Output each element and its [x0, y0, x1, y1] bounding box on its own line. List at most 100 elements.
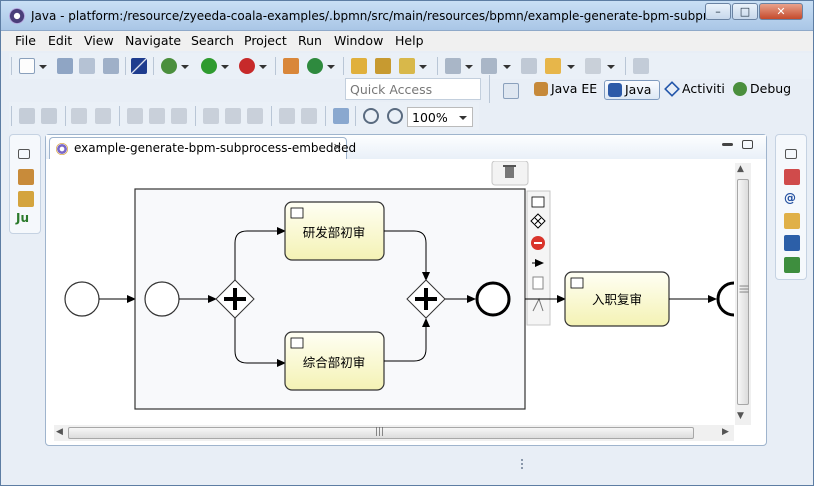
quick-access-input[interactable]: Quick Access	[345, 78, 481, 100]
tab-close-icon[interactable]: ✕	[333, 141, 342, 154]
align-middle-icon[interactable]	[225, 108, 241, 124]
skip-breakpoints-icon[interactable]	[131, 58, 147, 74]
save-icon[interactable]	[57, 58, 73, 74]
align-top-icon[interactable]	[203, 108, 219, 124]
left-restore-icon[interactable]	[18, 149, 30, 159]
back-dropdown-icon[interactable]	[567, 65, 575, 69]
zoom-dropdown-icon[interactable]	[459, 116, 467, 120]
menu-window[interactable]: Window	[334, 33, 383, 48]
external-tools-dropdown-icon[interactable]	[259, 65, 267, 69]
back-icon[interactable]	[545, 58, 561, 74]
task-entry-recheck[interactable]: 入职复审	[564, 271, 670, 327]
save-all-icon[interactable]	[79, 58, 95, 74]
debug-dropdown-icon[interactable]	[181, 65, 189, 69]
outer-end-event[interactable]	[716, 281, 734, 317]
search-dropdown-icon[interactable]	[419, 65, 427, 69]
perspective-java[interactable]: Java	[604, 80, 660, 100]
task-general-review[interactable]: 综合部初审	[284, 331, 385, 391]
right-restore-icon[interactable]	[785, 149, 797, 159]
new-java-package-icon[interactable]	[283, 58, 299, 74]
editor-maximize-icon[interactable]	[742, 140, 753, 149]
vertical-scrollbar[interactable]: ▲ ||| ▼	[735, 163, 751, 425]
editor-tab-bar: example-generate-bpm-subprocess-embedded…	[46, 135, 766, 159]
align-bottom-icon[interactable]	[247, 108, 263, 124]
inner-start-event[interactable]	[144, 281, 180, 317]
align-left-icon[interactable]	[127, 108, 143, 124]
menu-edit[interactable]: Edit	[48, 33, 72, 48]
maximize-button[interactable]: □	[732, 3, 758, 20]
menu-project[interactable]: Project	[244, 33, 287, 48]
scroll-left-icon[interactable]: ◀	[56, 427, 63, 437]
menu-run[interactable]: Run	[298, 33, 322, 48]
forward-icon[interactable]	[585, 58, 601, 74]
snap-to-grid-icon[interactable]	[333, 108, 349, 124]
zoom-out-icon[interactable]	[363, 108, 379, 124]
new-class-dropdown-icon[interactable]	[327, 65, 335, 69]
last-edit-location-icon[interactable]	[521, 58, 537, 74]
perspective-java-label: Java	[625, 82, 652, 97]
run-dropdown-icon[interactable]	[221, 65, 229, 69]
perspective-java-ee[interactable]: Java EE	[531, 80, 600, 100]
align-right-icon[interactable]	[171, 108, 187, 124]
debug-icon[interactable]	[161, 58, 177, 74]
task-rd-review[interactable]: 研发部初审	[284, 201, 385, 261]
declaration-icon[interactable]	[784, 213, 800, 229]
outer-start-event[interactable]	[64, 281, 100, 317]
external-tools-icon[interactable]	[239, 58, 255, 74]
minimize-button[interactable]: –	[705, 3, 731, 20]
console-icon[interactable]	[784, 235, 800, 251]
inner-end-event[interactable]	[475, 281, 511, 317]
editor-minimize-icon[interactable]	[722, 143, 733, 146]
progress-icon[interactable]	[784, 257, 800, 273]
open-task-icon[interactable]	[375, 58, 391, 74]
zoom-combo[interactable]: 100%	[407, 107, 473, 127]
redo-icon[interactable]	[41, 108, 57, 124]
new-java-class-icon[interactable]	[307, 58, 323, 74]
hierarchy-icon[interactable]	[18, 169, 34, 185]
perspective-activiti[interactable]: Activiti	[662, 80, 728, 100]
package-explorer-icon[interactable]	[18, 191, 34, 207]
zoom-in-icon[interactable]	[387, 108, 403, 124]
annotation-pad-icon[interactable]	[532, 276, 544, 290]
vertical-scroll-thumb[interactable]: |||	[737, 179, 749, 405]
search-icon[interactable]	[399, 58, 415, 74]
horizontal-scrollbar[interactable]: ◀ ||| ▶	[54, 425, 734, 441]
align-center-icon[interactable]	[149, 108, 165, 124]
menu-view[interactable]: View	[84, 33, 114, 48]
menu-navigate[interactable]: Navigate	[125, 33, 181, 48]
perspective-debug[interactable]: Debug	[730, 80, 794, 100]
user-task-pad-icon[interactable]	[531, 196, 545, 208]
end-event-pad-icon[interactable]	[531, 236, 545, 250]
new-icon[interactable]	[19, 58, 35, 74]
next-annotation-dropdown-icon[interactable]	[465, 65, 473, 69]
undo-icon[interactable]	[19, 108, 35, 124]
print-icon[interactable]	[103, 58, 119, 74]
sash-grip[interactable]	[521, 459, 524, 473]
forward-dropdown-icon[interactable]	[607, 65, 615, 69]
paste-icon[interactable]	[95, 108, 111, 124]
previous-annotation-icon[interactable]	[481, 58, 497, 74]
new-dropdown-icon[interactable]	[39, 65, 47, 69]
scroll-up-icon[interactable]: ▲	[737, 164, 744, 174]
copy-icon[interactable]	[71, 108, 87, 124]
match-height-icon[interactable]	[301, 108, 317, 124]
junit-icon[interactable]: Ju	[16, 211, 36, 227]
problems-icon[interactable]	[784, 169, 800, 185]
menu-file[interactable]: File	[15, 33, 36, 48]
open-perspective-icon[interactable]	[503, 83, 519, 99]
menu-search[interactable]: Search	[191, 33, 234, 48]
pin-editor-icon[interactable]	[633, 58, 649, 74]
scroll-right-icon[interactable]: ▶	[722, 427, 729, 437]
open-type-icon[interactable]	[351, 58, 367, 74]
match-width-icon[interactable]	[279, 108, 295, 124]
run-icon[interactable]	[201, 58, 217, 74]
editor-tab[interactable]: example-generate-bpm-subprocess-embedded…	[49, 137, 356, 159]
horizontal-scroll-thumb[interactable]: |||	[68, 427, 694, 439]
javadoc-icon[interactable]: @	[784, 191, 800, 207]
scroll-down-icon[interactable]: ▼	[737, 411, 744, 421]
previous-annotation-dropdown-icon[interactable]	[503, 65, 511, 69]
next-annotation-icon[interactable]	[445, 58, 461, 74]
close-button[interactable]: ✕	[759, 3, 803, 20]
menu-help[interactable]: Help	[395, 33, 424, 48]
diagram-canvas[interactable]: 研发部初审 综合部初审 入职复审	[50, 161, 734, 425]
